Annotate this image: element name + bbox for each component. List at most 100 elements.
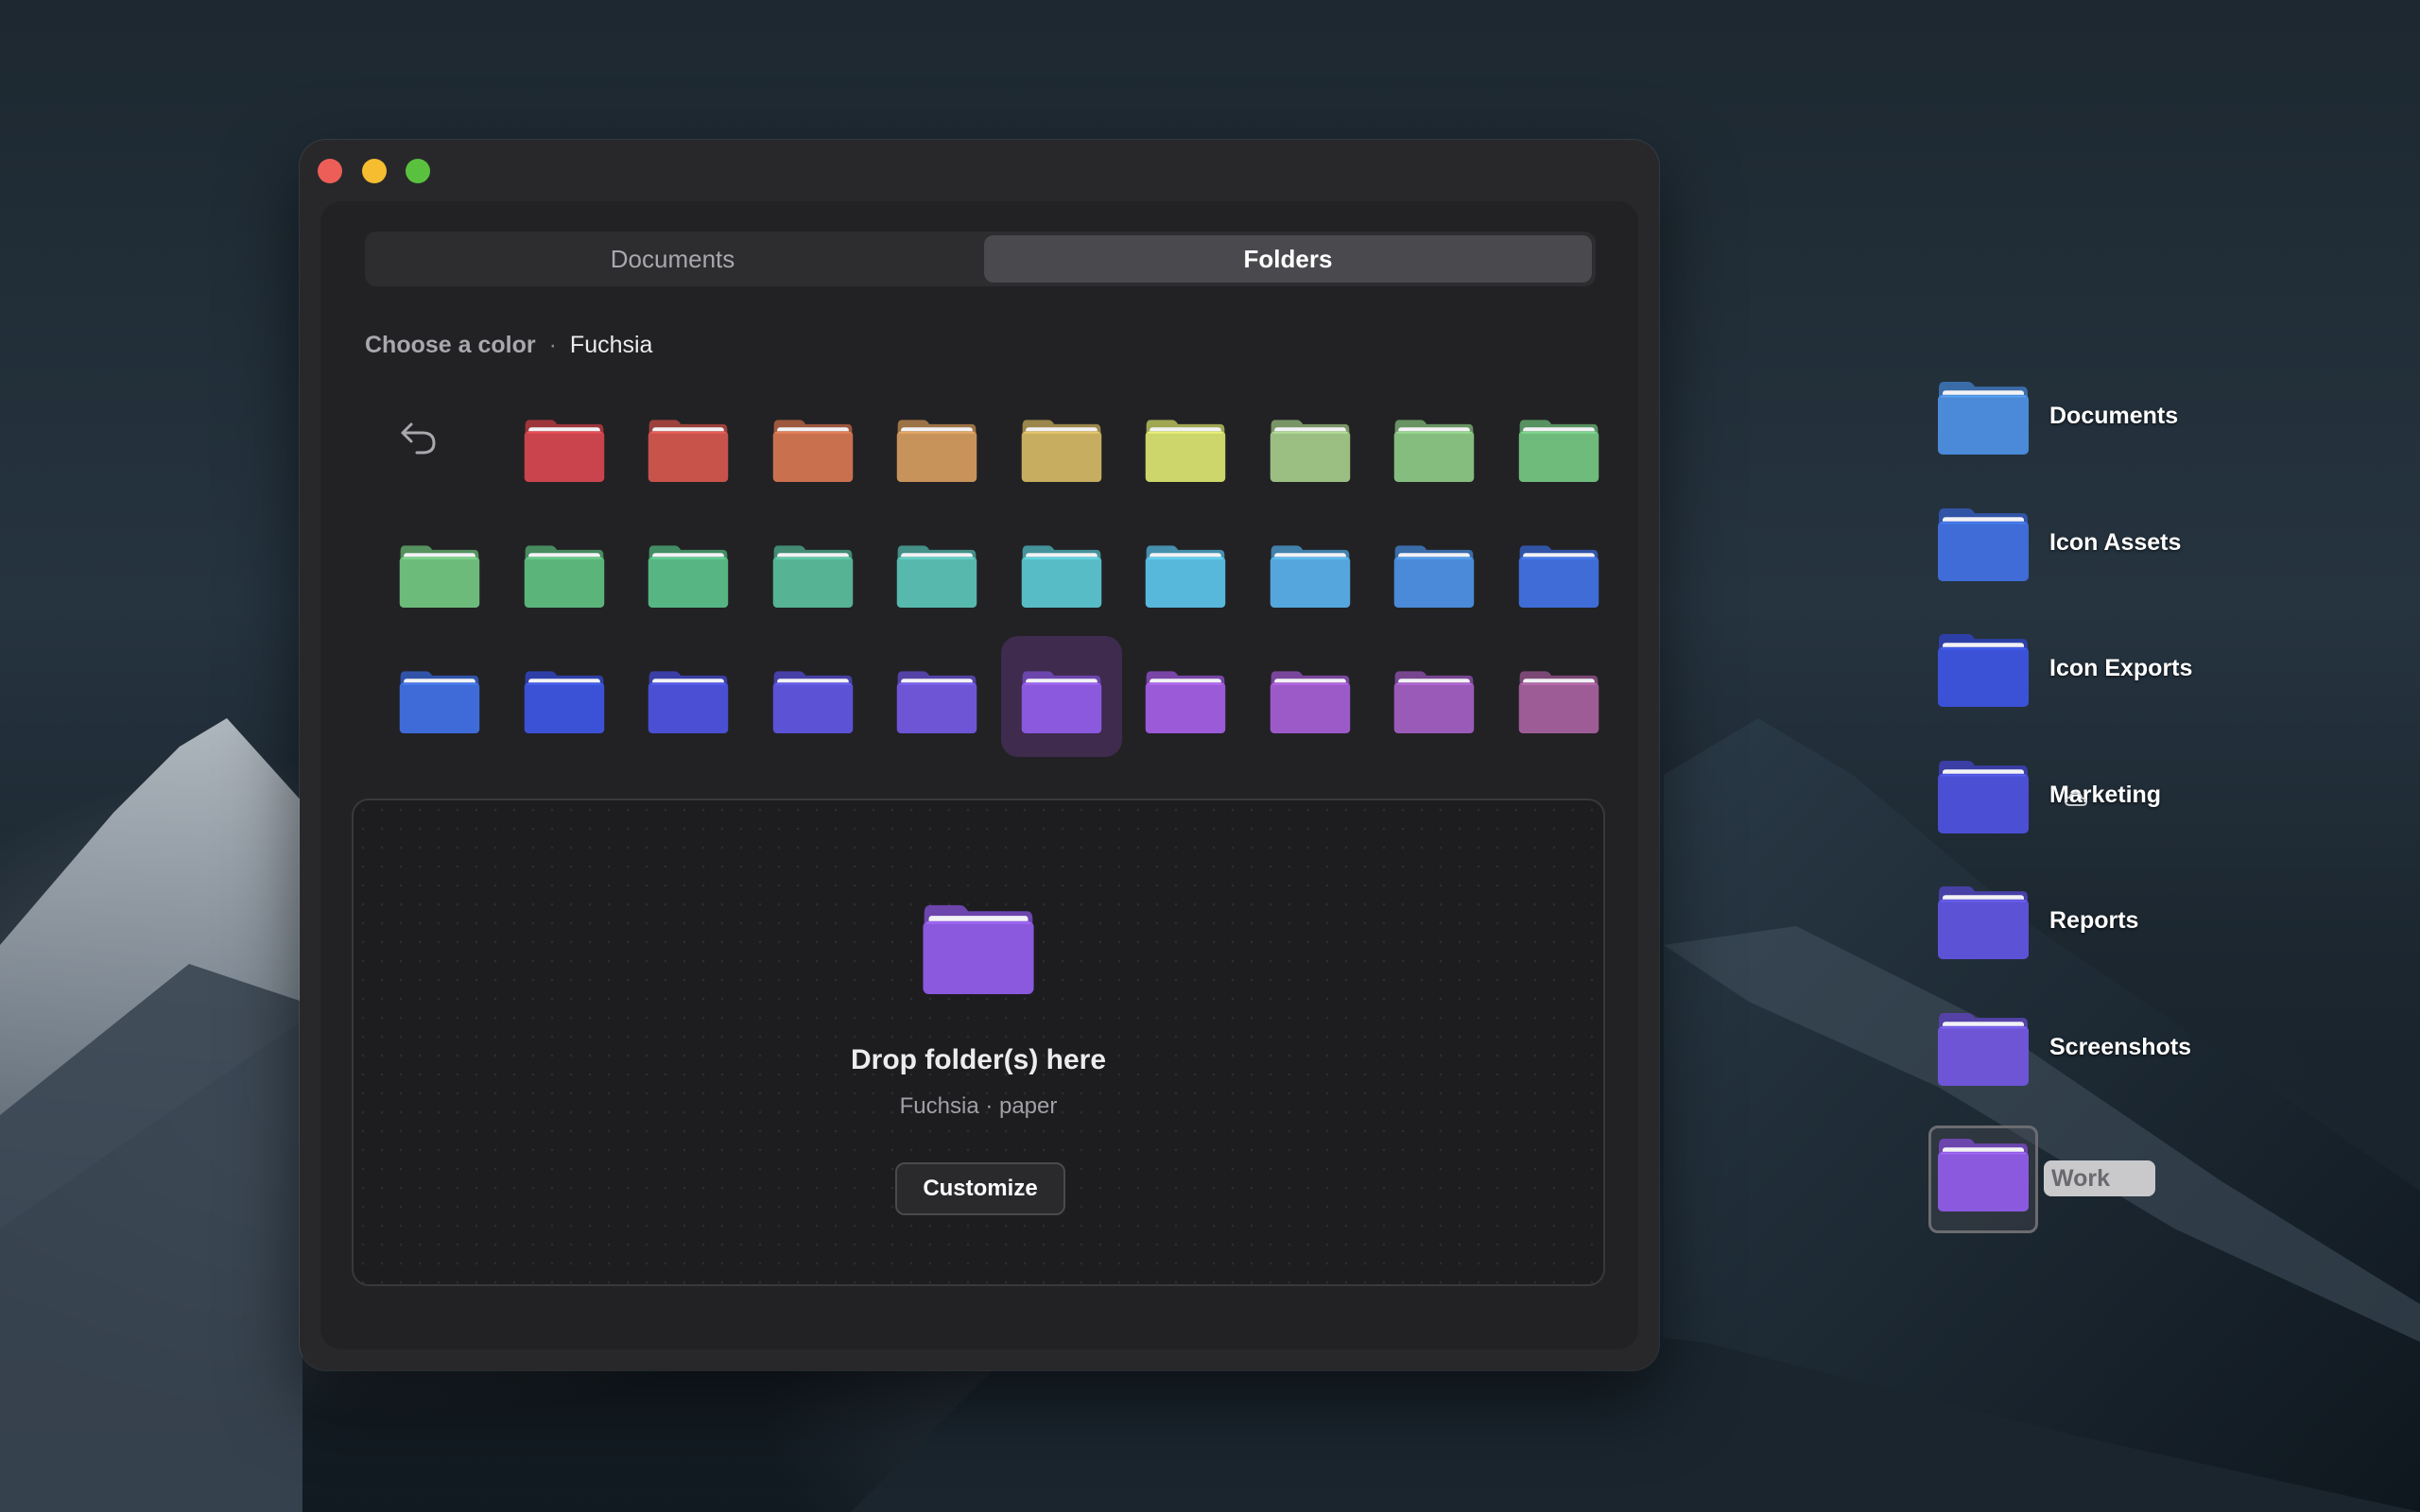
desktop-folder-reports[interactable]: Reports	[1928, 873, 2363, 977]
color-swatch[interactable]	[1125, 510, 1246, 631]
folder-icon	[1938, 634, 2029, 707]
folder-name: Screenshots	[2049, 1033, 2192, 1060]
folder-icon	[648, 671, 729, 733]
main-panel: Documents Folders Choose a color · Fuchsia…	[320, 201, 1638, 1349]
reset-color-button[interactable]	[379, 385, 500, 506]
window-minimize-button[interactable]	[362, 159, 387, 183]
folder-icon	[1021, 671, 1101, 733]
folder-icon	[1393, 420, 1475, 482]
desktop-folder-label: Reports	[2049, 907, 2138, 935]
folder-icon	[1021, 545, 1101, 608]
color-swatch[interactable]	[504, 385, 625, 506]
color-swatch[interactable]	[1498, 385, 1619, 506]
window-close-button[interactable]	[318, 159, 342, 183]
app-window: Documents Folders Choose a color · Fuchsia…	[300, 140, 1659, 1370]
color-swatch[interactable]	[876, 385, 997, 506]
color-swatch[interactable]	[379, 636, 500, 757]
customize-button[interactable]: Customize	[895, 1162, 1065, 1215]
color-swatch[interactable]	[1250, 510, 1371, 631]
color-heading: Choose a color · Fuchsia	[365, 332, 652, 359]
color-swatch[interactable]	[752, 636, 873, 757]
folder-icon	[1938, 760, 2029, 833]
desktop-folder-label: Screenshots	[2049, 1034, 2191, 1061]
folder-icon	[772, 420, 853, 482]
color-swatch[interactable]	[1250, 385, 1371, 506]
folder-icon	[1518, 420, 1599, 482]
desktop-folder-screenshots[interactable]: Screenshots	[1928, 1000, 2363, 1104]
desktop-folder-icon-assets[interactable]: Icon Assets	[1928, 495, 2363, 599]
folder-preview-icon	[923, 904, 1034, 994]
folder-icon	[1938, 1139, 2029, 1211]
color-swatch[interactable]	[752, 510, 873, 631]
drop-zone[interactable]: Drop folder(s) here Fuchsia · paper Cust…	[352, 799, 1605, 1286]
folder-icon	[1393, 545, 1475, 608]
color-swatch[interactable]	[876, 510, 997, 631]
desktop-folder-label: Documents	[2049, 403, 2178, 430]
mode-segmented-control: Documents Folders	[365, 232, 1596, 286]
folder-icon	[896, 671, 977, 733]
rename-input[interactable]: Work	[2044, 1160, 2155, 1196]
desktop-folder-label: Marketing	[2049, 782, 2161, 809]
color-swatch[interactable]	[1001, 510, 1122, 631]
tab-documents[interactable]: Documents	[369, 235, 977, 283]
folder-name: Documents	[2049, 403, 2179, 429]
desktop-folder-label: Icon Assets	[2049, 529, 2181, 557]
drop-zone-subtitle: Fuchsia · paper	[899, 1093, 1058, 1119]
folder-icon	[1393, 671, 1475, 733]
tab-folders[interactable]: Folders	[984, 235, 1592, 283]
folder-icon	[1938, 507, 2029, 581]
folder-icon	[399, 671, 480, 733]
folder-icon	[1021, 420, 1101, 482]
color-swatch[interactable]	[1374, 510, 1495, 631]
folder-icon	[524, 420, 604, 482]
desktop-folder-icon-exports[interactable]: Icon Exports	[1928, 621, 2363, 725]
color-swatch[interactable]	[1125, 636, 1246, 757]
folder-icon	[1145, 420, 1226, 482]
selected-color-name: Fuchsia	[569, 332, 653, 358]
color-swatch[interactable]	[379, 510, 500, 631]
folder-icon	[1938, 886, 2029, 959]
color-swatch[interactable]	[1374, 385, 1495, 506]
desktop-folder-documents[interactable]: Documents	[1928, 369, 2363, 472]
color-swatch[interactable]	[1125, 385, 1246, 506]
folder-icon	[1518, 671, 1599, 733]
folder-name: Icon Assets	[2049, 528, 2182, 556]
color-heading-separator: ·	[548, 332, 557, 358]
folder-icon	[1270, 671, 1350, 733]
folder-icon	[1145, 671, 1226, 733]
desktop-folder-work[interactable]: Work	[1928, 1125, 2363, 1233]
folder-icon	[1270, 420, 1350, 482]
folder-icon	[1938, 1012, 2029, 1086]
folder-icon	[648, 545, 729, 608]
folder-icon	[399, 545, 480, 608]
folder-icon	[772, 545, 853, 608]
drop-zone-title: Drop folder(s) here	[850, 1044, 1107, 1075]
folder-icon	[1145, 545, 1226, 608]
color-swatch[interactable]	[1000, 636, 1122, 757]
color-swatch[interactable]	[628, 510, 749, 631]
color-swatch[interactable]	[628, 636, 749, 757]
color-swatch[interactable]	[1374, 636, 1495, 757]
color-swatch[interactable]	[1001, 385, 1122, 506]
folder-icon	[648, 420, 729, 482]
color-swatch[interactable]	[1498, 636, 1619, 757]
folder-icon	[1938, 382, 2029, 455]
folder-icon	[896, 420, 977, 482]
desktop-folder-label: Icon Exports	[2049, 655, 2192, 682]
color-swatch[interactable]	[1498, 510, 1619, 631]
folder-icon	[524, 545, 604, 608]
color-swatch[interactable]	[504, 636, 625, 757]
color-swatch[interactable]	[504, 510, 625, 631]
folder-name: Reports	[2049, 907, 2139, 934]
color-swatch[interactable]	[876, 636, 997, 757]
color-heading-label: Choose a color	[365, 332, 536, 358]
color-swatch[interactable]	[1250, 636, 1371, 757]
folder-icon	[1270, 545, 1350, 608]
color-swatch[interactable]	[752, 385, 873, 506]
color-swatch[interactable]	[628, 385, 749, 506]
folder-icon	[1518, 545, 1599, 608]
desktop-folder-marketing[interactable]: Marketing	[1928, 747, 2363, 851]
window-maximize-button[interactable]	[406, 159, 430, 183]
folder-name: Icon Exports	[2049, 655, 2193, 681]
folder-icon	[772, 671, 853, 733]
